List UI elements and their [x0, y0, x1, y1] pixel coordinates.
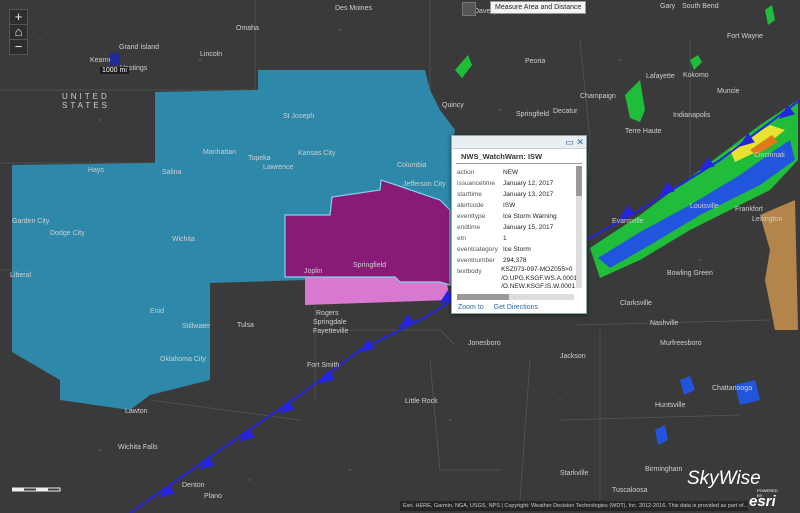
city-label: Tuscaloosa [612, 487, 648, 494]
city-label: Plano [204, 493, 222, 500]
zoom-in-button[interactable]: + [10, 10, 27, 25]
city-label: Little Rock [405, 398, 438, 405]
popup-vertical-scrollbar[interactable] [576, 166, 582, 288]
weather-map[interactable]: Des Moines Davenport Gary South Bend For… [0, 0, 800, 513]
city-label: Kansas City [298, 150, 336, 157]
city-label: Gary [660, 3, 676, 10]
city-label: Cincinnati [754, 152, 785, 159]
city-label: Salina [162, 169, 182, 176]
measure-tool-button[interactable] [462, 2, 476, 16]
map-attribution: Esri, HERE, Garmin, NGA, USGS, NPS | Cop… [400, 501, 748, 511]
city-label: St Joseph [283, 113, 315, 120]
city-label: Decatur [553, 108, 578, 115]
city-label: Omaha [236, 25, 259, 32]
popup-field-row: alertcode ISW [457, 202, 516, 209]
city-label: Hays [88, 167, 104, 174]
map-layers [0, 0, 800, 513]
popup-field-row: textbody KSZ073-097-MOZ055>0 /O.UPG.KSGF.… [457, 266, 578, 288]
city-label: Nashville [650, 320, 679, 327]
city-label: Springdale [313, 319, 347, 326]
popup-titlebar: ▭ ✕ [452, 136, 586, 149]
city-label: Starkville [560, 470, 589, 477]
city-label: Jefferson City [403, 181, 446, 188]
popup-field-row: action NEW [457, 169, 519, 176]
location-marker[interactable] [110, 53, 120, 65]
popup-horizontal-scrollbar[interactable] [457, 294, 574, 300]
zoom-to-link[interactable]: Zoom to [458, 304, 484, 311]
city-label: Wichita [172, 236, 195, 243]
city-label: Enid [150, 308, 165, 315]
city-label: Lexington [752, 216, 783, 223]
city-label: Lafayette [646, 73, 675, 80]
city-label: Dodge City [50, 230, 85, 237]
city-label: Denton [182, 482, 205, 489]
city-label: Fayetteville [313, 328, 349, 335]
city-label: Birmingham [645, 466, 683, 473]
city-label: Columbia [397, 162, 427, 169]
zoom-control: + ⌂ − [9, 9, 28, 55]
feature-popup: ▭ ✕ NWS_WatchWarn: ISW action NEW issuanc… [451, 135, 587, 314]
city-label: Springfield [516, 111, 550, 118]
city-label: Oklahoma City [160, 356, 206, 363]
city-label: Jonesboro [468, 340, 501, 347]
city-label: Tulsa [237, 322, 254, 329]
city-label: Stillwater [182, 323, 211, 330]
popup-field-row: endtime January 15, 2017 [457, 224, 554, 231]
city-label: Terre Haute [625, 128, 662, 135]
city-label: Bowling Green [667, 270, 713, 277]
city-label: Louisville [690, 203, 719, 210]
popup-field-row: starttime January 13, 2017 [457, 191, 554, 198]
city-label: Joplin [304, 268, 323, 275]
popup-field-row: etn 1 [457, 235, 507, 242]
city-label: Fort Wayne [727, 33, 763, 40]
city-label: Topeka [248, 155, 271, 162]
popup-field-row: issuancetime January 12, 2017 [457, 180, 554, 187]
scale-bar [12, 487, 61, 492]
city-label: Chattanooga [712, 385, 753, 392]
popup-field-row: eventtype Ice Storm Warning [457, 213, 557, 220]
city-label: Quincy [442, 102, 464, 109]
popup-field-row: eventnumber 294,378 [457, 257, 527, 264]
country-label: UNITED STATES [62, 92, 110, 110]
skywise-logo: SkyWise POWERED BY esri [687, 468, 778, 510]
city-label: Grand Island [119, 44, 160, 51]
city-label: Indianapolis [673, 112, 711, 119]
city-label: Clarksville [620, 300, 652, 307]
city-label: Des Moines [335, 5, 372, 12]
city-label: Fort Smith [307, 362, 340, 369]
popup-actions: Zoom to Get Directions [458, 304, 546, 311]
city-label: Springfield [353, 262, 387, 269]
distance-measure-label: 1000 mi [100, 67, 129, 74]
city-label: Murfreesboro [660, 340, 702, 347]
city-label: Manhattan [203, 149, 237, 156]
get-directions-link[interactable]: Get Directions [494, 304, 538, 311]
city-label: Jackson [560, 353, 586, 360]
close-icon[interactable]: ✕ [576, 137, 584, 147]
city-label: South Bend [682, 3, 719, 10]
city-label: Muncie [717, 88, 740, 95]
maximize-icon[interactable]: ▭ [565, 137, 574, 147]
city-label: Liberal [10, 272, 32, 279]
city-label: Wichita Falls [118, 444, 158, 451]
city-label: Lawton [125, 408, 148, 415]
city-label: Frankfort [735, 206, 764, 213]
popup-field-row: eventcategory Ice Storm [457, 246, 531, 253]
zoom-out-button[interactable]: − [10, 40, 27, 54]
home-button[interactable]: ⌂ [10, 25, 27, 40]
city-label: Rogers [316, 310, 339, 317]
city-label: Kokomo [683, 72, 709, 79]
city-label: Garden City [12, 218, 50, 225]
measure-tooltip: Measure Area and Distance [490, 1, 587, 14]
city-label: Lawrence [263, 164, 294, 171]
popup-title: NWS_WatchWarn: ISW [456, 149, 582, 164]
city-label: Huntsville [655, 402, 686, 409]
city-label: Evansville [612, 218, 644, 225]
city-label: Lincoln [200, 51, 223, 58]
city-label: Peoria [525, 58, 546, 65]
popup-fields[interactable]: action NEW issuancetime January 12, 2017 s… [457, 167, 579, 288]
city-label: Champaign [580, 93, 616, 100]
